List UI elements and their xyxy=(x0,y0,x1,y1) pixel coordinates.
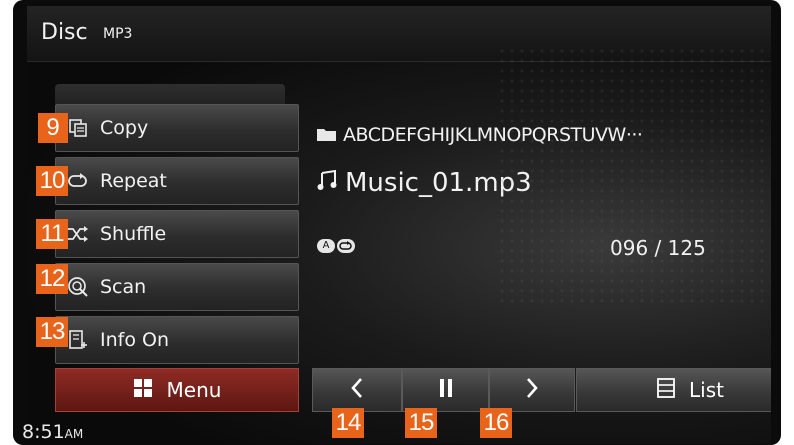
source-title: Disc xyxy=(41,20,88,45)
list-icon xyxy=(657,378,675,402)
track-counter: 096 / 125 xyxy=(610,236,706,260)
previous-track-button[interactable] xyxy=(312,368,402,412)
music-note-icon xyxy=(317,168,337,198)
all-mode-badge: A xyxy=(317,239,335,253)
repeat-label: Repeat xyxy=(100,170,167,192)
menu-tab-decoration xyxy=(55,84,285,104)
info-on-button[interactable]: Info On xyxy=(55,316,299,364)
clock-ampm: AM xyxy=(64,427,84,441)
folder-text: ABCDEFGHIJKLMNOPQRSTUVW··· xyxy=(343,124,643,146)
menu-label: Menu xyxy=(166,378,222,402)
menu-button[interactable]: Menu xyxy=(55,368,299,412)
head-unit-frame: Disc MP3 Copy Repeat Shuffle Scan Info O… xyxy=(13,0,781,445)
repeat-badge-icon xyxy=(337,239,355,253)
callout-scan: 12 xyxy=(36,264,68,294)
repeat-mode-badge: A xyxy=(317,239,355,253)
clock-time: 8:51 xyxy=(22,421,65,443)
chevron-right-icon xyxy=(525,377,539,403)
side-menu: Copy Repeat Shuffle Scan Info On xyxy=(55,104,299,369)
scan-button[interactable]: Scan xyxy=(55,263,299,311)
shuffle-button[interactable]: Shuffle xyxy=(55,210,299,258)
display-screen: Disc MP3 Copy Repeat Shuffle Scan Info O… xyxy=(27,6,771,444)
shuffle-label: Shuffle xyxy=(100,223,167,245)
scan-label: Scan xyxy=(100,276,147,298)
list-label: List xyxy=(689,378,724,402)
info-on-label: Info On xyxy=(100,329,169,351)
grid-menu-icon xyxy=(133,378,153,402)
copy-label: Copy xyxy=(100,117,149,139)
callout-next: 16 xyxy=(480,408,512,438)
callout-previous: 14 xyxy=(332,408,364,438)
callout-info-on: 13 xyxy=(36,317,68,347)
callout-shuffle: 11 xyxy=(36,219,68,249)
pause-button[interactable] xyxy=(402,368,489,412)
clock: 8:51AM xyxy=(22,421,83,443)
format-label: MP3 xyxy=(103,26,133,42)
bottom-bar: Menu List xyxy=(55,368,771,412)
folder-icon xyxy=(317,124,337,146)
pause-icon xyxy=(439,378,453,402)
folder-name: ABCDEFGHIJKLMNOPQRSTUVW··· xyxy=(317,124,643,146)
callout-copy: 9 xyxy=(38,113,68,143)
list-button[interactable]: List xyxy=(576,368,771,412)
callout-pause: 15 xyxy=(405,408,437,438)
chevron-left-icon xyxy=(350,377,364,403)
next-track-button[interactable] xyxy=(489,368,575,412)
callout-repeat: 10 xyxy=(36,166,68,196)
track-name: Music_01.mp3 xyxy=(317,168,532,198)
repeat-button[interactable]: Repeat xyxy=(55,157,299,205)
title-bar: Disc MP3 xyxy=(27,6,771,62)
track-text: Music_01.mp3 xyxy=(345,168,532,198)
copy-button[interactable]: Copy xyxy=(55,104,299,152)
